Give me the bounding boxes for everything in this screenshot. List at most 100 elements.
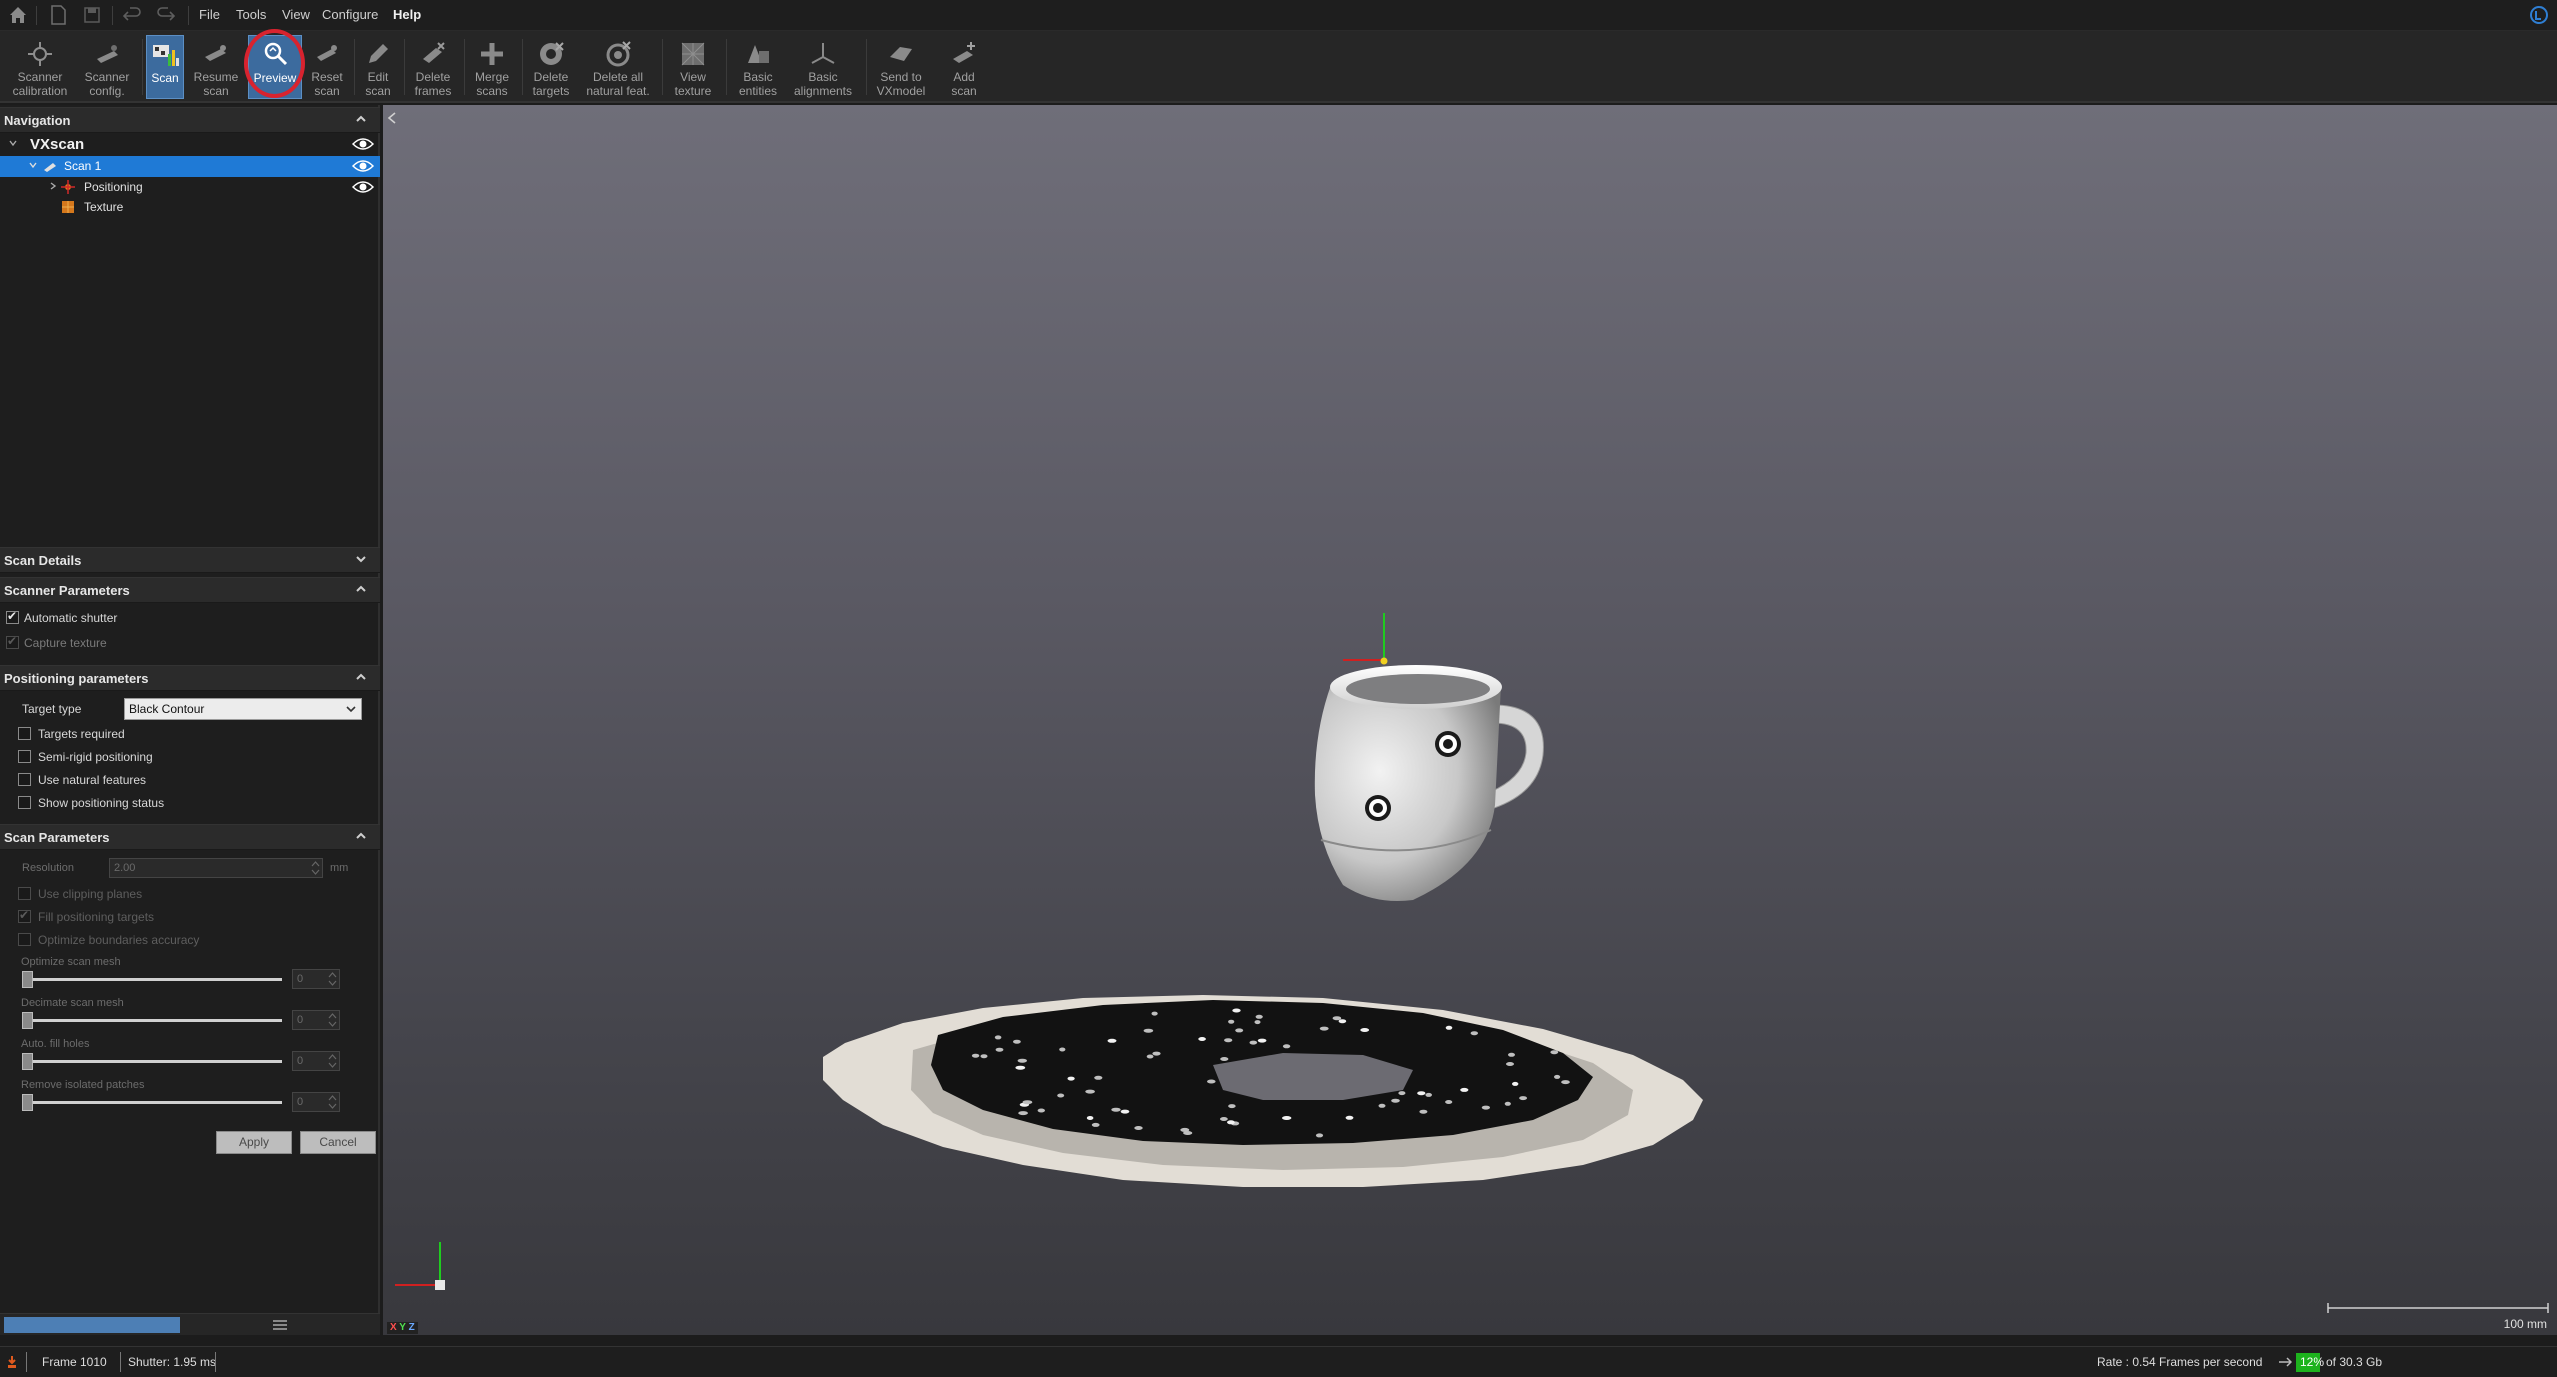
scan-button[interactable]: Scan xyxy=(146,35,184,99)
resolution-value: 2.00 xyxy=(114,862,136,874)
scanner-calibration-button[interactable]: Scanner calibration xyxy=(6,35,74,99)
scan-parameters-header[interactable]: Scan Parameters xyxy=(0,824,380,850)
automatic-shutter-checkbox[interactable] xyxy=(6,609,19,624)
chevron-down-icon[interactable] xyxy=(354,552,368,566)
merge-scans-button[interactable]: Merge scans xyxy=(468,35,516,99)
fill-targets-checkbox[interactable] xyxy=(18,908,31,923)
remove-patches-slider[interactable] xyxy=(22,1094,33,1111)
show-positioning-status-checkbox[interactable] xyxy=(18,796,31,809)
clipping-planes-checkbox[interactable] xyxy=(18,887,31,900)
preview-button[interactable]: Preview xyxy=(248,35,302,99)
eye-icon[interactable] xyxy=(352,159,374,173)
fill-holes-slider[interactable] xyxy=(22,1053,33,1070)
tree-row-scan-1[interactable]: Scan 1 xyxy=(0,156,380,177)
eye-icon[interactable] xyxy=(352,180,374,194)
view-texture-button[interactable]: View texture xyxy=(666,35,720,99)
resume-scan-button[interactable]: Resume scan xyxy=(188,35,244,99)
tree-row-positioning[interactable]: Positioning xyxy=(0,177,380,198)
edit-scan-icon xyxy=(363,39,393,69)
reset-scan-button[interactable]: Reset scan xyxy=(304,35,350,99)
target-type-select[interactable]: Black Contour xyxy=(124,698,362,720)
positioning-target xyxy=(1506,1062,1514,1066)
save-icon[interactable] xyxy=(80,3,104,27)
new-file-icon[interactable] xyxy=(46,3,70,27)
scene-canvas[interactable] xyxy=(383,105,2557,1335)
menu-tools[interactable]: Tools xyxy=(236,7,266,22)
menu-file[interactable]: File xyxy=(199,7,220,22)
view-texture-icon xyxy=(678,39,708,69)
positioning-target xyxy=(1220,1057,1229,1061)
targets-required-label: Targets required xyxy=(38,727,125,741)
axis-labels[interactable]: X Y Z xyxy=(387,1322,418,1334)
home-icon[interactable] xyxy=(6,3,30,27)
positioning-target xyxy=(1378,1103,1386,1108)
show-positioning-status-label: Show positioning status xyxy=(38,796,165,810)
positioning-parameters-header[interactable]: Positioning parameters xyxy=(0,665,380,691)
natural-features-checkbox[interactable] xyxy=(18,773,31,786)
capture-texture-checkbox[interactable] xyxy=(6,634,19,649)
menu-view[interactable]: View xyxy=(282,7,310,22)
menu-configure[interactable]: Configure xyxy=(322,7,378,22)
expand-arrow-icon[interactable] xyxy=(28,160,38,170)
positioning-target xyxy=(971,1053,980,1058)
menu-separator xyxy=(188,6,189,25)
scanner-parameters-header[interactable]: Scanner Parameters xyxy=(0,577,380,603)
cancel-button[interactable]: Cancel xyxy=(300,1131,376,1154)
positioning-target xyxy=(1235,1028,1244,1033)
decimate-mesh-slider[interactable] xyxy=(22,1012,33,1029)
tree-row-vxscan[interactable]: VXscan xyxy=(0,134,380,155)
axis-label-x: X xyxy=(390,1322,397,1333)
add-scan-button[interactable]: Add scan xyxy=(938,35,990,99)
semi-rigid-checkbox[interactable] xyxy=(18,750,31,763)
apply-button[interactable]: Apply xyxy=(216,1131,292,1154)
menu-help[interactable]: Help xyxy=(393,7,421,22)
undo-icon[interactable] xyxy=(120,3,144,27)
optimize-boundaries-checkbox[interactable] xyxy=(18,933,31,946)
chevron-up-icon[interactable] xyxy=(354,670,368,684)
tree-row-texture[interactable]: Texture xyxy=(0,197,380,218)
decimate-mesh-spinbox[interactable]: 0 xyxy=(292,1010,340,1030)
delete-frames-button[interactable]: Delete frames xyxy=(408,35,458,99)
edit-scan-button[interactable]: Edit scan xyxy=(358,35,398,99)
automatic-shutter-label: Automatic shutter xyxy=(24,611,118,625)
3d-viewport[interactable]: X Y Z 100 mm xyxy=(383,105,2557,1335)
resolution-input[interactable]: 2.00 xyxy=(109,858,323,878)
resolution-unit: mm xyxy=(330,862,349,874)
delete-natural-features-button[interactable]: Delete all natural feat. xyxy=(580,35,656,99)
expand-arrow-icon[interactable] xyxy=(8,138,18,148)
chevron-up-icon[interactable] xyxy=(354,112,368,126)
basic-entities-button[interactable]: Basic entities xyxy=(730,35,786,99)
basic-alignments-label: Basic alignments xyxy=(793,70,853,98)
fill-holes-spinbox[interactable]: 0 xyxy=(292,1051,340,1071)
scan-details-header[interactable]: Scan Details xyxy=(0,547,380,573)
optimize-mesh-slider[interactable] xyxy=(22,971,33,988)
scanner-config-button[interactable]: Scanner config. xyxy=(76,35,138,99)
basic-alignments-button[interactable]: Basic alignments xyxy=(788,35,858,99)
navigation-header[interactable]: Navigation xyxy=(0,107,380,133)
list-icon[interactable] xyxy=(272,1319,288,1331)
positioning-target xyxy=(1067,1076,1075,1081)
send-to-vxmodel-icon xyxy=(886,39,916,69)
chevron-up-icon[interactable] xyxy=(354,582,368,596)
scan-parameters-title: Scan Parameters xyxy=(4,830,110,845)
targets-required-checkbox[interactable] xyxy=(18,727,31,740)
redo-icon[interactable] xyxy=(154,3,178,27)
target-type-value: Black Contour xyxy=(129,702,205,716)
remove-patches-spinbox[interactable]: 0 xyxy=(292,1092,340,1112)
positioning-target xyxy=(1470,1031,1479,1036)
optimize-mesh-spinbox[interactable]: 0 xyxy=(292,969,340,989)
positioning-target xyxy=(1228,1104,1236,1109)
delete-targets-button[interactable]: Delete targets xyxy=(526,35,576,99)
panel-tab-active[interactable] xyxy=(4,1317,180,1333)
send-to-vxmodel-button[interactable]: Send to VXmodel xyxy=(870,35,932,99)
chevron-up-icon[interactable] xyxy=(354,829,368,843)
spin-arrows-icon xyxy=(328,1013,337,1027)
scan-icon xyxy=(150,40,180,70)
collapse-panel-icon[interactable] xyxy=(387,112,396,124)
positioning-parameters-title: Positioning parameters xyxy=(4,671,149,686)
reset-scan-label: Reset scan xyxy=(311,70,343,98)
toolbar: Scanner calibration Scanner config. Scan… xyxy=(0,31,2557,103)
positioning-target xyxy=(1018,1111,1028,1116)
eye-icon[interactable] xyxy=(352,137,374,151)
chevron-right-icon[interactable] xyxy=(48,181,58,191)
